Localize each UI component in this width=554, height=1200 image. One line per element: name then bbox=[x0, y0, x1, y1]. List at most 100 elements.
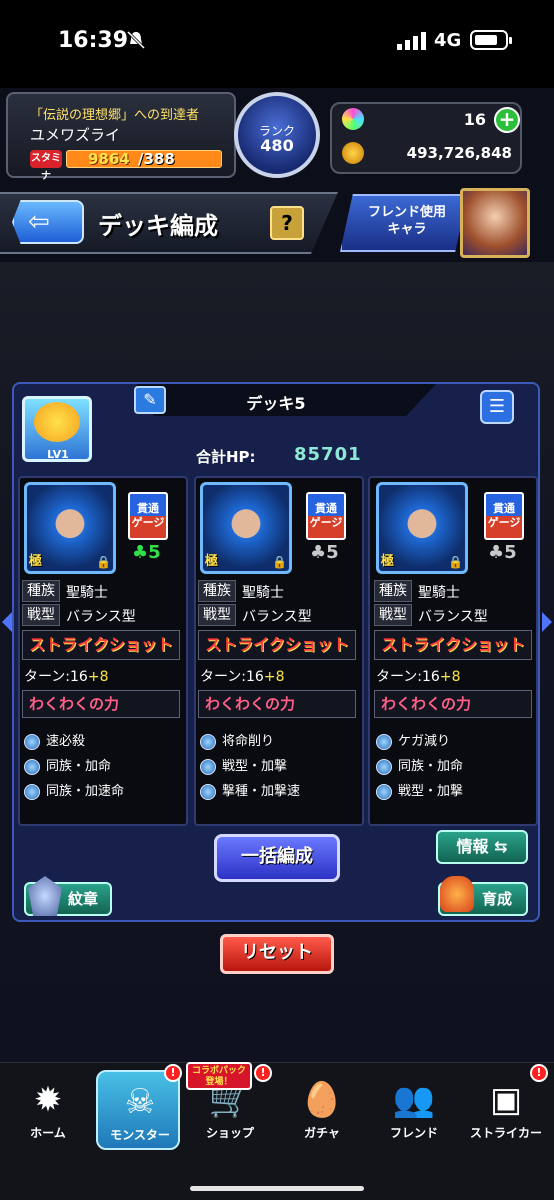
signal-icon bbox=[397, 32, 426, 50]
battle-type-value: バランス型 bbox=[242, 609, 312, 625]
striker-card-icon: ▣ bbox=[489, 1080, 523, 1120]
next-deck-arrow[interactable] bbox=[542, 612, 552, 632]
ability-item: 戦型・加撃 bbox=[376, 780, 463, 800]
battery-icon bbox=[470, 30, 512, 50]
ability-item: 戦型・加撃 bbox=[200, 755, 287, 775]
rarity-kanji: 極 bbox=[29, 554, 43, 569]
edit-deck-name-icon[interactable]: ✎ bbox=[134, 386, 166, 414]
ability-item: 同族・加命 bbox=[24, 755, 111, 775]
striker-alert-badge: ! bbox=[530, 1064, 548, 1082]
grow-icon bbox=[440, 876, 474, 912]
tribe-tag: 種族 bbox=[22, 580, 60, 602]
player-name: ユメワズライ bbox=[30, 126, 121, 144]
reset-button[interactable]: リセット bbox=[220, 934, 334, 974]
deck-list-button[interactable]: ☰ bbox=[480, 390, 514, 424]
back-arrow-icon: ⇦ bbox=[28, 207, 50, 237]
help-button[interactable]: ? bbox=[270, 206, 304, 240]
gold-count: 493,726,848 bbox=[406, 144, 512, 162]
strike-shot-label: ストライクショット bbox=[22, 630, 180, 660]
nav-label: ホーム bbox=[30, 1126, 66, 1140]
ability-item: ケガ減り bbox=[376, 730, 450, 750]
tribe-tag: 種族 bbox=[198, 580, 236, 602]
monster-portrait[interactable]: 極 🔒 bbox=[200, 482, 292, 574]
gimmick-ability-icon: 貫通 ゲージ bbox=[128, 492, 168, 540]
tribe-tag: 種族 bbox=[374, 580, 412, 602]
rarity-kanji: 極 bbox=[381, 554, 395, 569]
tribe-value: 聖騎士 bbox=[66, 585, 108, 601]
page-title: デッキ編成 bbox=[98, 212, 218, 240]
friend-avatar[interactable] bbox=[460, 188, 530, 258]
friend-character-label: フレンド使用 キャラ bbox=[367, 205, 446, 237]
nav-label: ストライカー bbox=[469, 1126, 542, 1140]
ability-icon bbox=[376, 733, 392, 750]
battle-type-value: バランス型 bbox=[418, 609, 488, 625]
luck-value: ♣5 bbox=[310, 542, 339, 563]
deck-name: デッキ5 bbox=[246, 394, 306, 413]
nav-label: モンスター bbox=[110, 1128, 170, 1142]
rank-value: 480 bbox=[260, 136, 294, 155]
orb-icon bbox=[342, 108, 364, 130]
stamina-max: /388 bbox=[138, 150, 175, 168]
egg-icon: 🥚 bbox=[300, 1080, 344, 1120]
ability-icon bbox=[376, 783, 392, 800]
nav-friend[interactable]: 👥 フレンド bbox=[372, 1070, 456, 1150]
deck-level-face bbox=[34, 402, 80, 442]
turn-count: ターン:16+8 bbox=[200, 669, 285, 685]
nav-home[interactable]: ✹ ホーム bbox=[6, 1070, 90, 1150]
turn-count: ターン:16+8 bbox=[24, 669, 109, 685]
tribe-value: 聖騎士 bbox=[418, 585, 460, 601]
home-indicator[interactable] bbox=[190, 1186, 364, 1191]
battle-type-tag: 戦型 bbox=[198, 604, 236, 626]
lock-icon: 🔒 bbox=[96, 555, 111, 569]
monster-portrait[interactable]: 極 🔒 bbox=[24, 482, 116, 574]
nav-gacha[interactable]: 🥚 ガチャ bbox=[280, 1070, 364, 1150]
monster-icon: ☠ bbox=[124, 1082, 156, 1122]
stamina-icon: スタミナ bbox=[30, 150, 62, 182]
bell-muted-icon bbox=[126, 30, 146, 50]
ability-icon bbox=[376, 758, 392, 775]
buy-orbs-button[interactable]: + bbox=[494, 107, 520, 133]
shop-alert-badge: ! bbox=[254, 1064, 272, 1082]
ability-item: 将命削り bbox=[200, 730, 274, 750]
skill-name: わくわくの力 bbox=[198, 690, 356, 718]
skill-name: わくわくの力 bbox=[374, 690, 532, 718]
stamina-value: 9864 bbox=[88, 150, 130, 168]
nav-label: ガチャ bbox=[304, 1126, 340, 1140]
monster-alert-badge: ! bbox=[164, 1064, 182, 1082]
ability-item: 撃種・加撃速 bbox=[200, 780, 300, 800]
ability-icon bbox=[200, 733, 216, 750]
nav-label: ショップ bbox=[205, 1126, 254, 1140]
lock-icon: 🔒 bbox=[448, 555, 463, 569]
battle-type-tag: 戦型 bbox=[374, 604, 412, 626]
monster-portrait[interactable]: 極 🔒 bbox=[376, 482, 468, 574]
total-hp-label: 合計HP: bbox=[196, 448, 256, 466]
battle-type-value: バランス型 bbox=[66, 609, 136, 625]
nav-monster[interactable]: ☠ モンスター bbox=[96, 1070, 180, 1150]
orb-count: 16 bbox=[463, 110, 486, 129]
skill-name: わくわくの力 bbox=[22, 690, 180, 718]
tribe-value: 聖騎士 bbox=[242, 585, 284, 601]
ability-item: 速必殺 bbox=[24, 730, 85, 750]
ability-icon bbox=[24, 758, 40, 775]
lock-icon: 🔒 bbox=[272, 555, 287, 569]
nav-striker[interactable]: ▣ ストライカー bbox=[464, 1070, 548, 1150]
ability-item: 同族・加速命 bbox=[24, 780, 124, 800]
luck-value: ♣5 bbox=[488, 542, 517, 563]
info-toggle-button[interactable]: 情報 ⇆ bbox=[436, 830, 528, 864]
home-icon: ✹ bbox=[33, 1080, 63, 1120]
strike-shot-label: ストライクショット bbox=[198, 630, 356, 660]
gold-coin-icon bbox=[342, 142, 364, 164]
collab-pack-tag: コラボパック 登場！ bbox=[186, 1062, 252, 1090]
gimmick-ability-icon: 貫通 ゲージ bbox=[306, 492, 346, 540]
ability-icon bbox=[200, 758, 216, 775]
strike-shot-label: ストライクショット bbox=[374, 630, 532, 660]
luck-value: ♣5 bbox=[132, 542, 161, 563]
ability-icon bbox=[200, 783, 216, 800]
player-title: 「伝説の理想郷」への到達者 bbox=[30, 108, 200, 123]
ability-icon bbox=[24, 783, 40, 800]
ability-item: 同族・加命 bbox=[376, 755, 463, 775]
prev-deck-arrow[interactable] bbox=[2, 612, 12, 632]
total-hp-value: 85701 bbox=[294, 444, 362, 465]
bulk-edit-button[interactable]: 一括編成 bbox=[214, 834, 340, 882]
gimmick-ability-icon: 貫通 ゲージ bbox=[484, 492, 524, 540]
